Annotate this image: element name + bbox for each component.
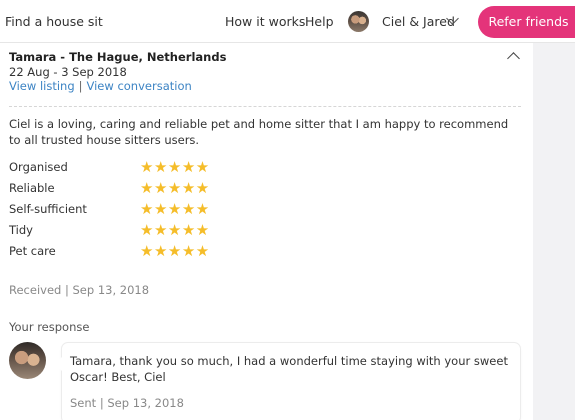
sent-date: Sent | Sep 13, 2018 xyxy=(70,396,184,410)
how-it-works-link[interactable]: How it works xyxy=(225,14,305,29)
star-rating: ★★★★★ xyxy=(140,179,210,197)
view-conversation-link[interactable]: View conversation xyxy=(87,79,192,93)
review-author-location: Tamara - The Hague, Netherlands xyxy=(9,50,227,64)
star-icon: ★★★★★ xyxy=(140,220,230,240)
your-response-heading: Your response xyxy=(9,320,90,334)
review-card: Tamara - The Hague, Netherlands 22 Aug -… xyxy=(0,43,533,420)
rating-label: Tidy xyxy=(9,223,33,237)
star-icon: ★★★★★ xyxy=(140,157,230,177)
rating-label: Pet care xyxy=(9,244,56,258)
avatar xyxy=(9,342,46,379)
star-icon: ★★★★★ xyxy=(140,241,230,261)
response-bubble: Tamara, thank you so much, I had a wonde… xyxy=(55,343,520,420)
rating-label: Self-sufficient xyxy=(9,202,87,216)
chevron-up-icon[interactable] xyxy=(507,52,520,65)
star-rating: ★★★★★ xyxy=(140,200,210,218)
refer-friends-button[interactable]: Refer friends xyxy=(478,6,575,38)
review-text: Ciel is a loving, caring and reliable pe… xyxy=(9,117,509,147)
top-nav: Find a house sit How it works Help Ciel … xyxy=(0,0,575,43)
help-link[interactable]: Help xyxy=(305,14,334,29)
star-icon: ★★★★★ xyxy=(140,178,230,198)
divider xyxy=(9,106,521,107)
user-avatar[interactable] xyxy=(348,11,369,32)
star-rating: ★★★★★ xyxy=(140,242,210,260)
star-rating: ★★★★★ xyxy=(140,221,210,239)
review-dates: 22 Aug - 3 Sep 2018 xyxy=(9,65,127,79)
response-text: Tamara, thank you so much, I had a wonde… xyxy=(70,354,508,384)
review-links: View listing | View conversation xyxy=(9,79,192,93)
find-house-sit-link[interactable]: Find a house sit xyxy=(5,14,103,29)
link-separator: | xyxy=(78,79,83,93)
user-menu-name[interactable]: Ciel & Jared xyxy=(382,14,455,29)
star-rating: ★★★★★ xyxy=(140,158,210,176)
rating-label: Reliable xyxy=(9,181,55,195)
rating-label: Organised xyxy=(9,160,68,174)
view-listing-link[interactable]: View listing xyxy=(9,79,75,93)
received-date: Received | Sep 13, 2018 xyxy=(9,283,150,297)
page-gutter xyxy=(533,43,575,420)
star-icon: ★★★★★ xyxy=(140,199,230,219)
